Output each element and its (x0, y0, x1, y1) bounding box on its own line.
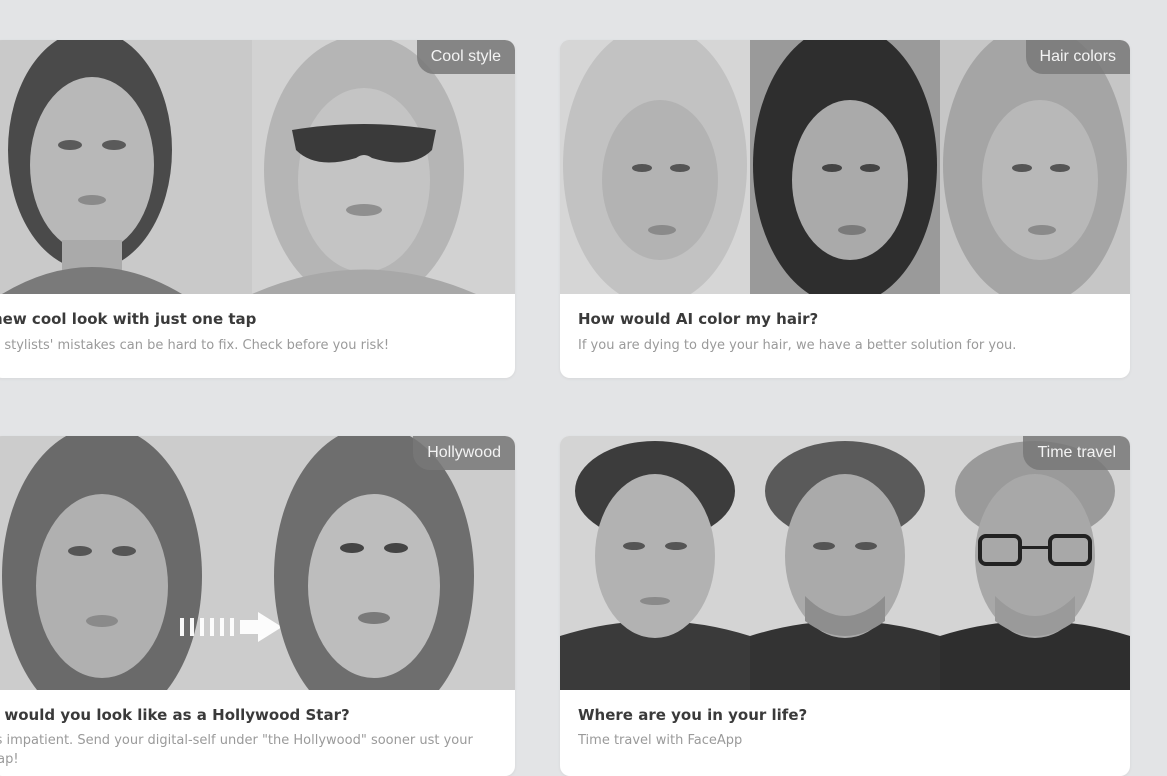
time-travel-photo: Time travel (560, 436, 1130, 690)
card-title: How would AI color my hair? (578, 310, 819, 328)
portrait-image (0, 40, 515, 294)
card-badge: Cool style (416, 40, 515, 74)
card-title: Where are you in your life? (578, 706, 808, 724)
card-title: new cool look with just one tap (0, 310, 257, 328)
hair-colors-photo: Hair colors (560, 40, 1130, 294)
card-description: n stylists' mistakes can be hard to fix.… (0, 338, 390, 353)
portrait-image (560, 436, 1130, 690)
portrait-image (0, 436, 515, 690)
feature-gallery: { "cards": [ { "badge": "Cool style", "t… (0, 0, 1167, 776)
card-description: If you are dying to dye your hair, we ha… (578, 338, 1017, 353)
card-description: is impatient. Send your digital-self und… (0, 733, 473, 767)
feature-card-time-travel[interactable]: Time travel Where are you in your life? … (560, 436, 1130, 776)
feature-card-hair-colors[interactable]: Hair colors How would AI color my hair? … (560, 40, 1130, 378)
card-badge: Hair colors (1025, 40, 1130, 74)
cool-style-photo: Cool style (0, 40, 515, 294)
portrait-image (560, 40, 1130, 294)
feature-card-hollywood[interactable]: Hollywood t would you look like as a Hol… (0, 436, 515, 776)
card-description: Time travel with FaceApp (578, 733, 743, 748)
hollywood-photo: Hollywood (0, 436, 515, 690)
card-title: t would you look like as a Hollywood Sta… (0, 706, 350, 724)
feature-card-cool-style[interactable]: Cool style new cool look with just one t… (0, 40, 515, 378)
card-badge: Hollywood (413, 436, 515, 470)
card-badge: Time travel (1023, 436, 1130, 470)
